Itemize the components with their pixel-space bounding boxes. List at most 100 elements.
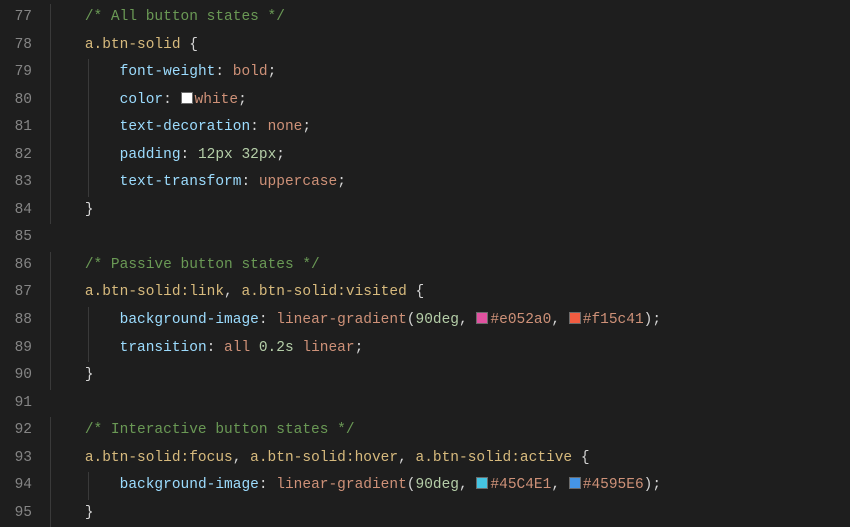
code-line[interactable] bbox=[50, 224, 850, 252]
color-swatch-icon[interactable] bbox=[476, 477, 488, 489]
indent-guide bbox=[50, 114, 51, 142]
code-line[interactable]: } bbox=[50, 197, 850, 225]
token-comma: , bbox=[224, 284, 233, 300]
code-content[interactable]: /* All button states */ a.btn-solid { fo… bbox=[50, 0, 850, 527]
token-sel-pseudo: :visited bbox=[337, 284, 407, 300]
token-semi: ; bbox=[355, 340, 364, 356]
line-number: 88 bbox=[10, 307, 32, 335]
indent bbox=[50, 119, 120, 135]
line-number: 80 bbox=[10, 87, 32, 115]
line-number-gutter: 77787980818283848586878889909192939495 bbox=[0, 0, 50, 527]
color-swatch-icon[interactable] bbox=[476, 312, 488, 324]
indent-guide bbox=[88, 335, 89, 363]
token-func: linear-gradient bbox=[276, 477, 407, 493]
color-swatch-icon[interactable] bbox=[569, 312, 581, 324]
indent bbox=[50, 147, 120, 163]
token-prop: text-transform bbox=[120, 174, 242, 190]
indent-guide bbox=[50, 59, 51, 87]
token-sel-class: .btn-solid bbox=[94, 284, 181, 300]
indent-guide bbox=[50, 4, 51, 32]
code-line[interactable]: a.btn-solid:link, a.btn-solid:visited { bbox=[50, 279, 850, 307]
token-num: 32px bbox=[241, 147, 276, 163]
code-line[interactable]: padding: 12px 32px; bbox=[50, 142, 850, 170]
code-line[interactable]: } bbox=[50, 500, 850, 527]
code-line[interactable]: /* Passive button states */ bbox=[50, 252, 850, 280]
line-number: 84 bbox=[10, 197, 32, 225]
indent bbox=[50, 422, 85, 438]
token-comma: , bbox=[551, 312, 560, 328]
code-line[interactable]: a.btn-solid { bbox=[50, 32, 850, 60]
token-punct: : bbox=[241, 174, 250, 190]
token-sel-pseudo: :focus bbox=[181, 450, 233, 466]
token-comma: , bbox=[459, 477, 468, 493]
token-comma: , bbox=[398, 450, 407, 466]
indent-guide bbox=[50, 279, 51, 307]
line-number: 83 bbox=[10, 169, 32, 197]
code-line[interactable]: /* Interactive button states */ bbox=[50, 417, 850, 445]
token-sel-pseudo: :hover bbox=[346, 450, 398, 466]
token-sel-tag: a bbox=[85, 284, 94, 300]
code-line[interactable]: text-decoration: none; bbox=[50, 114, 850, 142]
token-comment: /* Passive button states */ bbox=[85, 257, 320, 273]
token-sel-class: .btn-solid bbox=[94, 450, 181, 466]
line-number: 92 bbox=[10, 417, 32, 445]
line-number: 86 bbox=[10, 252, 32, 280]
code-line[interactable]: color: white; bbox=[50, 87, 850, 115]
token-semi: ; bbox=[276, 147, 285, 163]
token-hex: #e052a0 bbox=[490, 312, 551, 328]
token-punct: : bbox=[163, 92, 172, 108]
token-prop: padding bbox=[120, 147, 181, 163]
line-number: 89 bbox=[10, 335, 32, 363]
indent bbox=[50, 92, 120, 108]
token-punct: : bbox=[215, 64, 224, 80]
token-brace: } bbox=[85, 202, 94, 218]
token-prop: font-weight bbox=[120, 64, 216, 80]
token-comment: /* All button states */ bbox=[85, 9, 285, 25]
color-swatch-icon[interactable] bbox=[181, 92, 193, 104]
code-editor[interactable]: 77787980818283848586878889909192939495 /… bbox=[0, 0, 850, 527]
code-line[interactable]: background-image: linear-gradient(90deg,… bbox=[50, 472, 850, 500]
indent-guide bbox=[88, 169, 89, 197]
token-sel-tag: a bbox=[85, 37, 94, 53]
token-sel-tag: a bbox=[250, 450, 259, 466]
token-brace: } bbox=[85, 505, 94, 521]
token-sel-pseudo: :link bbox=[181, 284, 225, 300]
line-number: 90 bbox=[10, 362, 32, 390]
indent bbox=[50, 202, 85, 218]
token-func: linear-gradient bbox=[276, 312, 407, 328]
token-val: none bbox=[268, 119, 303, 135]
token-brace: { bbox=[189, 37, 198, 53]
indent-guide bbox=[88, 142, 89, 170]
indent bbox=[50, 340, 120, 356]
line-number: 78 bbox=[10, 32, 32, 60]
line-number: 79 bbox=[10, 59, 32, 87]
indent-guide bbox=[88, 114, 89, 142]
indent-guide bbox=[50, 197, 51, 225]
code-line[interactable]: /* All button states */ bbox=[50, 4, 850, 32]
code-line[interactable] bbox=[50, 390, 850, 418]
token-brace: } bbox=[85, 367, 94, 383]
token-punct: ( bbox=[407, 477, 416, 493]
indent bbox=[50, 64, 120, 80]
token-num: 0.2s bbox=[259, 340, 294, 356]
code-line[interactable]: text-transform: uppercase; bbox=[50, 169, 850, 197]
line-number: 77 bbox=[10, 4, 32, 32]
line-number: 95 bbox=[10, 500, 32, 527]
code-line[interactable]: } bbox=[50, 362, 850, 390]
token-comma: , bbox=[551, 477, 560, 493]
token-prop: transition bbox=[120, 340, 207, 356]
token-hex: #45C4E1 bbox=[490, 477, 551, 493]
token-num: 12px bbox=[198, 147, 233, 163]
code-line[interactable]: font-weight: bold; bbox=[50, 59, 850, 87]
indent bbox=[50, 477, 120, 493]
code-line[interactable]: background-image: linear-gradient(90deg,… bbox=[50, 307, 850, 335]
code-line[interactable]: a.btn-solid:focus, a.btn-solid:hover, a.… bbox=[50, 445, 850, 473]
indent-guide bbox=[50, 87, 51, 115]
indent-guide bbox=[50, 252, 51, 280]
color-swatch-icon[interactable] bbox=[569, 477, 581, 489]
code-line[interactable]: transition: all 0.2s linear; bbox=[50, 335, 850, 363]
line-number: 82 bbox=[10, 142, 32, 170]
line-number: 81 bbox=[10, 114, 32, 142]
indent-guide bbox=[50, 362, 51, 390]
token-num: 90deg bbox=[416, 477, 460, 493]
